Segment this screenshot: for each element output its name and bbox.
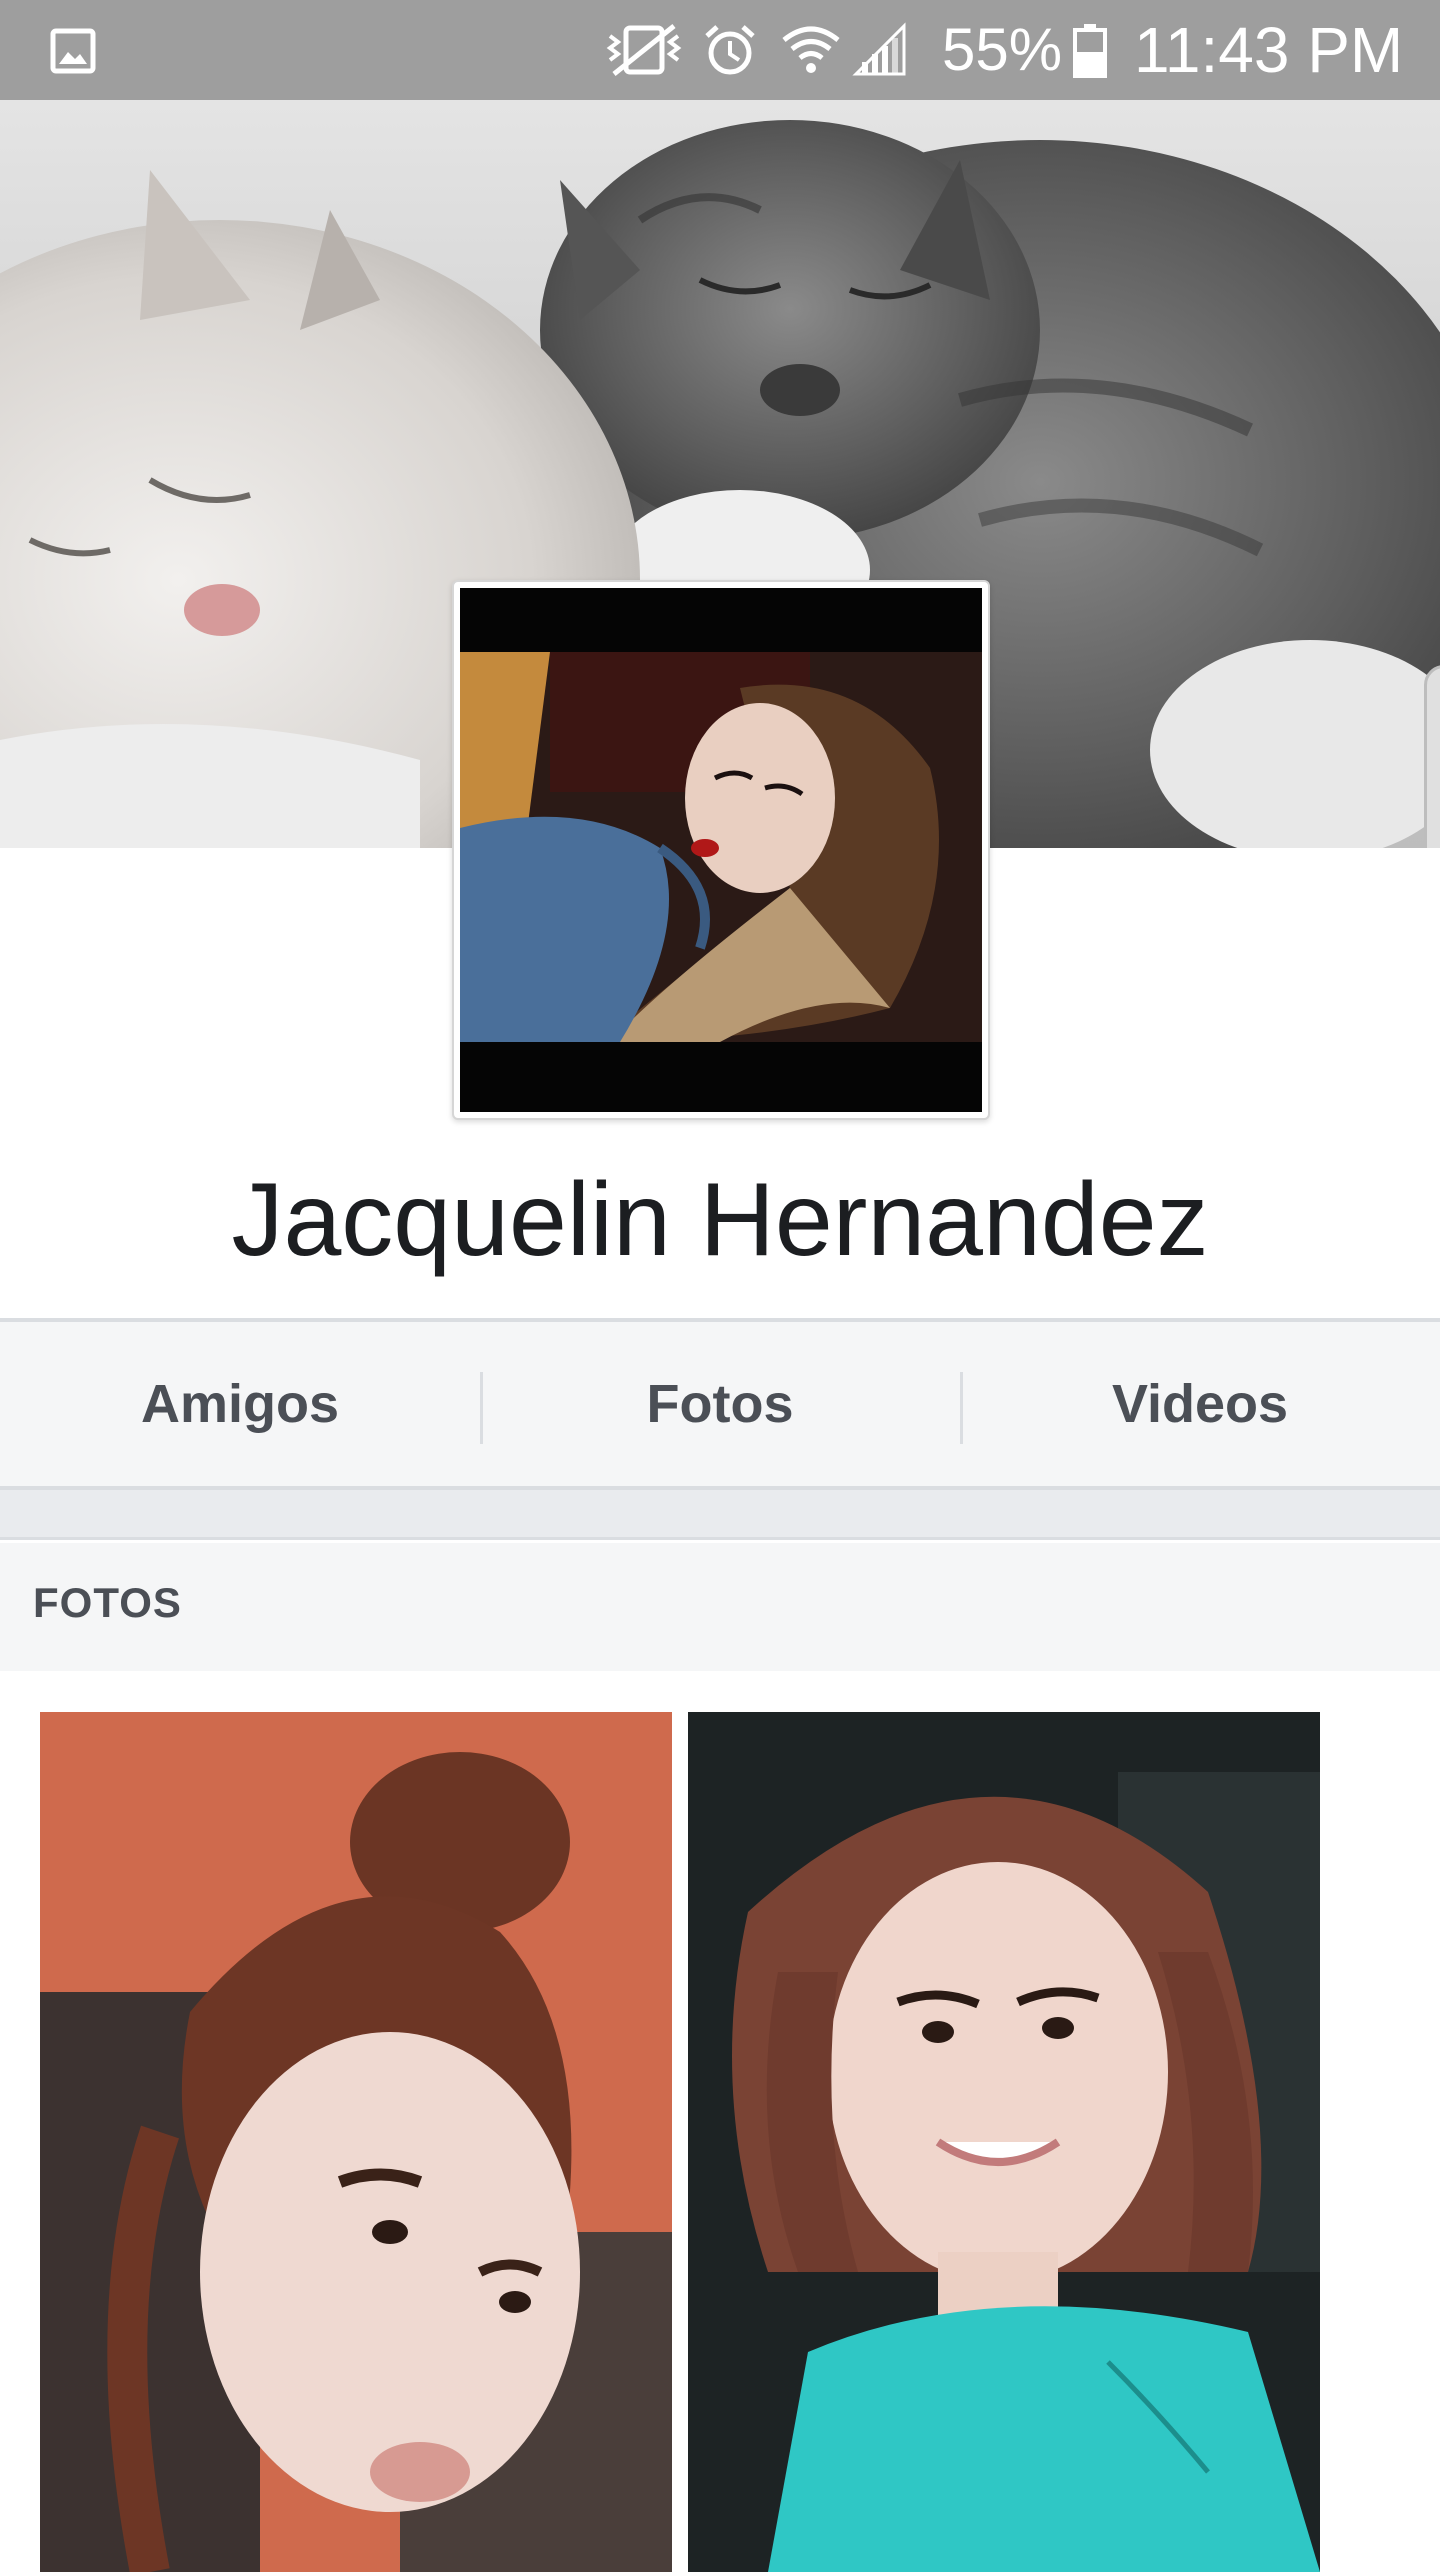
tab-amigos[interactable]: Amigos [0, 1322, 480, 1486]
photo-grid [0, 1671, 1440, 2572]
mute-vibrate-icon [606, 24, 682, 76]
photo-1-illustration [40, 1712, 672, 2572]
section-divider [0, 1490, 1440, 1540]
tab-fotos[interactable]: Fotos [480, 1322, 960, 1486]
photo-2-illustration [688, 1712, 1320, 2572]
tab-videos[interactable]: Videos [960, 1322, 1440, 1486]
profile-name: Jacquelin Hernandez [231, 1162, 1209, 1278]
signal-icon [852, 22, 906, 76]
photo-thumbnail[interactable] [688, 1712, 1320, 2572]
battery-icon [1073, 24, 1107, 78]
wifi-icon [782, 26, 840, 73]
clock: 11:43 PM [1134, 14, 1404, 86]
avatar [460, 588, 982, 1112]
gallery-icon [50, 28, 96, 74]
battery-percent: 55% [942, 16, 1063, 83]
profile-photo-illustration [460, 588, 982, 1112]
photos-section-header: FOTOS [0, 1543, 1440, 1671]
status-bar: 55% 11:43 PM [0, 0, 1440, 100]
profile-picture[interactable] [452, 580, 990, 1120]
alarm-icon [705, 25, 755, 75]
side-panel-handle[interactable] [1424, 665, 1440, 848]
section-title: FOTOS [33, 1579, 182, 1626]
profile-tab-bar: Amigos Fotos Videos [0, 1318, 1440, 1490]
photo-thumbnail[interactable] [40, 1712, 672, 2572]
